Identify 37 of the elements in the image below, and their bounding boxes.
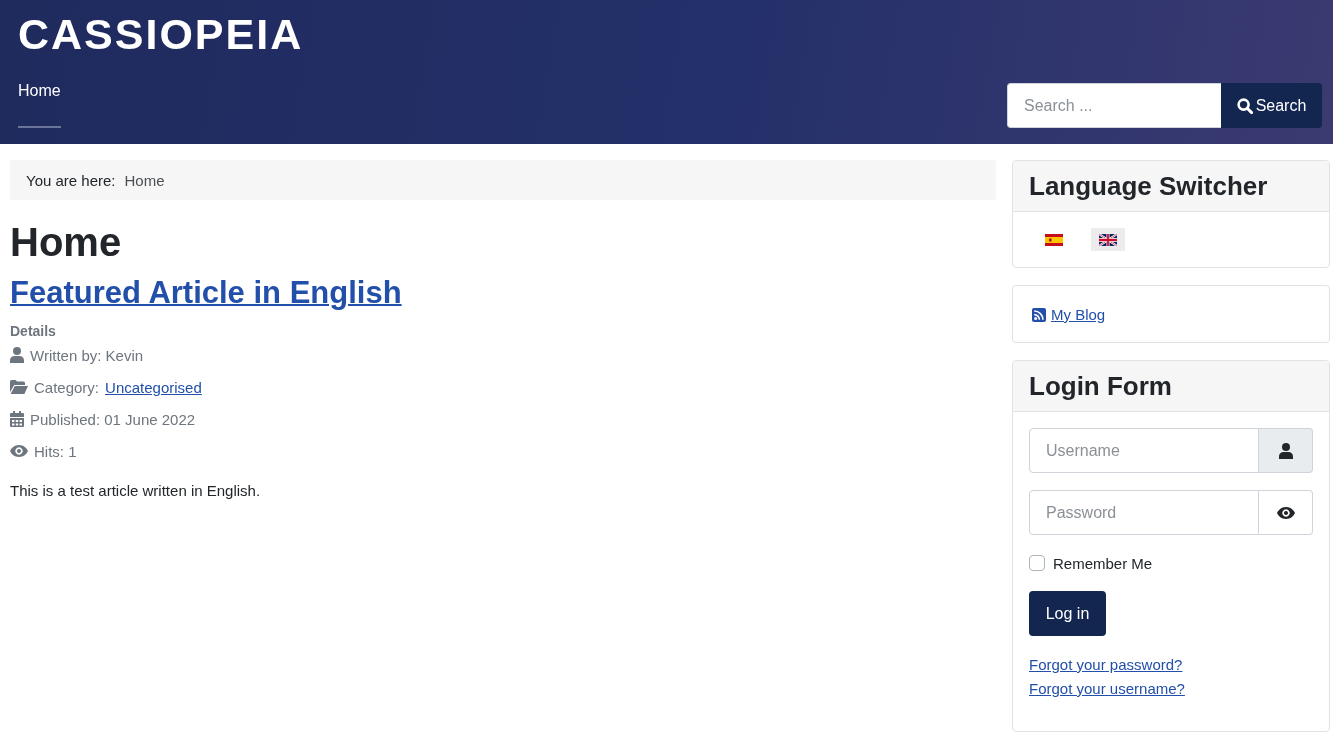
breadcrumb-label: You are here:: [26, 171, 116, 189]
password-field[interactable]: Password: [1029, 490, 1259, 535]
calendar-icon: [10, 411, 24, 427]
meta-text: Hits: 1: [34, 442, 77, 460]
article-title-link[interactable]: Featured Article in English: [10, 275, 402, 310]
breadcrumb-item: Home: [124, 171, 165, 189]
folder-icon: [10, 380, 28, 394]
page-title: Home: [10, 219, 123, 266]
category-link[interactable]: Uncategorised: [105, 378, 202, 396]
details-heading: Details: [10, 322, 56, 341]
login-button[interactable]: Log in: [1029, 591, 1106, 636]
search-button[interactable]: Search: [1221, 83, 1322, 128]
remember-checkbox[interactable]: [1029, 555, 1045, 571]
card-title: Login Form: [1029, 370, 1172, 402]
nav-link[interactable]: Home: [18, 81, 61, 128]
forgot-link[interactable]: Forgot your password?: [1029, 653, 1183, 677]
site-logo[interactable]: CASSIOPEIA: [18, 10, 304, 58]
search-field[interactable]: Search ...: [1007, 83, 1221, 128]
meta-text: Written by: Kevin: [30, 346, 144, 364]
language-option[interactable]: [1091, 228, 1125, 251]
eye-icon: [10, 445, 28, 457]
blog-link[interactable]: My Blog: [1051, 302, 1106, 327]
british-flag-icon: [1099, 233, 1117, 246]
meta-text: Published: 01 June 2022: [30, 410, 196, 428]
show-password-button[interactable]: [1259, 490, 1313, 535]
meta-text: Category:: [34, 378, 100, 396]
user-icon: [1278, 442, 1293, 459]
article-text: This is a test article written in English.: [10, 481, 261, 501]
remember-label[interactable]: Remember Me: [1053, 554, 1153, 572]
username-field[interactable]: Username: [1029, 428, 1259, 473]
card-title: Language Switcher: [1029, 170, 1268, 202]
person-icon: [10, 347, 24, 363]
search-icon: [1236, 97, 1253, 114]
eye-icon: [1276, 506, 1295, 519]
forgot-link[interactable]: Forgot your username?: [1029, 677, 1185, 701]
rss-icon: [1032, 307, 1046, 322]
spanish-flag-icon: [1045, 233, 1063, 246]
